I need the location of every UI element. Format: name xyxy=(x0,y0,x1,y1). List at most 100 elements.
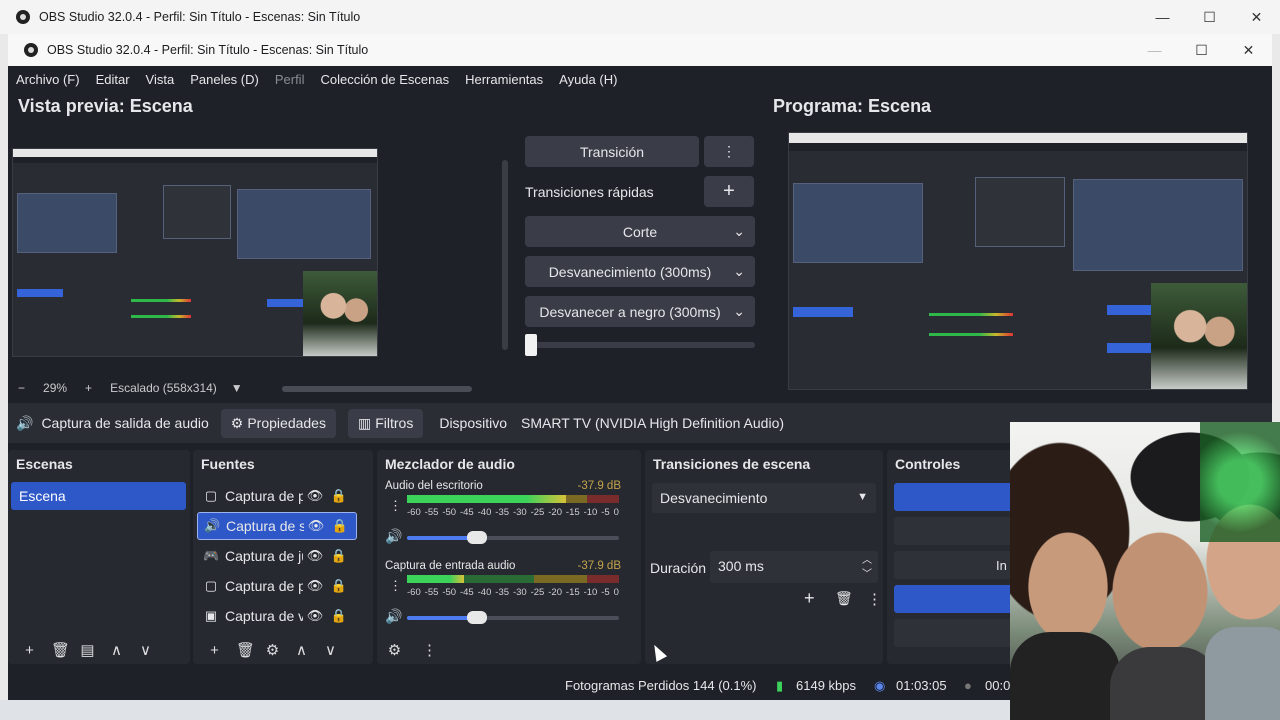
preview-vertical-scrollbar[interactable] xyxy=(502,160,508,350)
spin-up-icon[interactable]: ︿ xyxy=(862,551,872,566)
lock-icon[interactable]: 🔒 xyxy=(327,608,351,624)
display-capture-icon: ▢ xyxy=(204,488,218,503)
minimize-button[interactable]: — xyxy=(1139,0,1186,34)
properties-button[interactable]: ⚙ Propiedades xyxy=(220,408,336,438)
menu-ayuda[interactable]: Ayuda (H) xyxy=(551,72,625,87)
mixer-menu-icon[interactable]: ⋮ xyxy=(422,641,437,659)
meter-tick-label: -40 xyxy=(477,587,492,598)
minimize-button[interactable]: — xyxy=(1131,34,1178,66)
scene-item[interactable]: Escena xyxy=(11,482,186,510)
streaming-icon: ◉ xyxy=(874,678,886,693)
preview-canvas[interactable] xyxy=(12,148,378,357)
transition-menu-icon[interactable]: ⋮ xyxy=(867,590,882,608)
menu-perfil[interactable]: Perfil xyxy=(267,72,313,87)
visibility-eye-icon[interactable]: 👁 xyxy=(303,608,327,624)
close-button[interactable]: ✕ xyxy=(1225,34,1272,66)
channel-name: Audio del escritorio xyxy=(385,480,483,492)
menu-coleccion-escenas[interactable]: Colección de Escenas xyxy=(312,72,457,87)
taskbar-strip xyxy=(0,700,1010,720)
move-scene-up-button[interactable]: ∧ xyxy=(109,641,124,659)
menu-editar[interactable]: Editar xyxy=(88,72,138,87)
scale-dropdown-arrow[interactable]: ▼ xyxy=(231,381,243,395)
zoom-in-button[interactable]: + xyxy=(85,381,92,395)
move-source-down-button[interactable]: ∨ xyxy=(323,641,338,659)
sources-footer: + 🗑 ⚙ ∧ ∨ xyxy=(193,636,373,664)
mute-speaker-icon[interactable]: 🔊 xyxy=(385,608,402,625)
lock-icon[interactable]: 🔒 xyxy=(328,518,352,534)
gear-icon: ⚙ xyxy=(230,414,244,431)
lock-icon[interactable]: 🔒 xyxy=(327,578,351,594)
filters-button[interactable]: ▥ Filtros xyxy=(347,408,424,438)
mixer-channel: Audio del escritorio -37.9 dB ⋮ -60 -55 -5… xyxy=(385,480,621,556)
menu-archivo[interactable]: Archivo (F) xyxy=(8,72,88,87)
scene-filters-button[interactable]: ▤ xyxy=(80,641,95,659)
source-row[interactable]: ▢ Captura de p 👁 🔒 xyxy=(197,572,357,600)
quick-transition-corte[interactable]: Corte ⌄ xyxy=(525,216,755,247)
transition-button[interactable]: Transición xyxy=(525,136,699,167)
device-select[interactable]: SMART TV (NVIDIA High Definition Audio) xyxy=(521,415,784,431)
volume-knob[interactable] xyxy=(466,611,487,624)
move-scene-down-button[interactable]: ∨ xyxy=(138,641,153,659)
audio-output-icon: 🔊 xyxy=(204,518,221,533)
outer-titlebar: OBS Studio 32.0.4 - Perfil: Sin Título -… xyxy=(0,0,1280,34)
menu-herramientas[interactable]: Herramientas xyxy=(457,72,551,87)
visibility-eye-icon[interactable]: 👁 xyxy=(304,518,328,534)
quick-transition-label: Corte xyxy=(622,223,658,240)
chevron-down-icon[interactable]: ⌄ xyxy=(733,223,745,240)
lock-icon[interactable]: 🔒 xyxy=(327,548,351,564)
transition-select[interactable]: Desvanecimiento ▼ xyxy=(652,483,876,513)
source-row[interactable]: 🔊 Captura de s 👁 🔒 xyxy=(197,512,357,540)
transition-menu-button[interactable]: ⋮ xyxy=(704,136,754,167)
start-streaming-button[interactable] xyxy=(894,483,1022,511)
add-quick-transition-button[interactable]: + xyxy=(704,176,754,207)
lock-icon[interactable]: 🔒 xyxy=(327,488,351,504)
visibility-eye-icon[interactable]: 👁 xyxy=(303,488,327,504)
mute-speaker-icon[interactable]: 🔊 xyxy=(385,528,402,545)
source-row[interactable]: 🎮 Captura de ju 👁 🔒 xyxy=(197,542,357,570)
source-row[interactable]: ▣ Captura de v 👁 🔒 xyxy=(197,602,357,630)
duration-value: 300 ms xyxy=(718,558,764,574)
source-properties-button[interactable]: ⚙ xyxy=(265,641,280,659)
add-scene-button[interactable]: + xyxy=(22,642,37,659)
meter-tick-label: -30 xyxy=(512,587,527,598)
meter-tick-label: -15 xyxy=(565,587,580,598)
preview-title: Vista previa: Escena xyxy=(18,96,193,116)
maximize-button[interactable]: ☐ xyxy=(1178,34,1225,66)
chevron-down-icon[interactable]: ⌄ xyxy=(733,303,745,320)
menu-paneles[interactable]: Paneles (D) xyxy=(182,72,267,87)
caret-down-icon: ▼ xyxy=(857,491,868,503)
add-source-button[interactable]: + xyxy=(207,642,222,659)
settings-button[interactable] xyxy=(894,619,1022,647)
scenes-dock: Escenas Escena + 🗑 ▤ ∧ ∨ xyxy=(8,450,190,664)
tbar-handle[interactable] xyxy=(525,334,537,356)
quick-transition-desvanecimiento[interactable]: Desvanecimiento (300ms) ⌄ xyxy=(525,256,755,287)
add-transition-button[interactable]: + xyxy=(804,588,815,609)
duration-spinbox[interactable]: 300 ms ︿ ﹀ xyxy=(710,551,878,583)
chevron-down-icon[interactable]: ⌄ xyxy=(733,263,745,280)
move-source-up-button[interactable]: ∧ xyxy=(294,641,309,659)
tbar-track[interactable] xyxy=(525,342,755,348)
start-recording-button[interactable] xyxy=(894,517,1022,545)
channel-name: Captura de entrada audio xyxy=(385,560,516,572)
window-capture-icon: ▣ xyxy=(204,608,218,623)
remove-scene-button[interactable]: 🗑 xyxy=(51,641,70,659)
virtual-camera-button[interactable]: In xyxy=(894,551,1022,579)
visibility-eye-icon[interactable]: 👁 xyxy=(303,578,327,594)
zoom-out-button[interactable]: − xyxy=(18,381,25,395)
studio-mode-button[interactable] xyxy=(894,585,1022,613)
spin-down-icon[interactable]: ﹀ xyxy=(862,565,872,580)
visibility-eye-icon[interactable]: 👁 xyxy=(303,548,327,564)
meter-scale: -60 -55 -50 -45 -40 -35 -30 -25 -20 -15 -10 -5 0 xyxy=(407,587,619,598)
advanced-audio-settings-icon[interactable]: ⚙ xyxy=(387,641,402,659)
channel-menu-icon[interactable]: ⋮ xyxy=(389,498,402,514)
remove-transition-button[interactable]: 🗑 xyxy=(835,590,853,607)
remove-source-button[interactable]: 🗑 xyxy=(236,641,255,659)
channel-menu-icon[interactable]: ⋮ xyxy=(389,578,402,594)
maximize-button[interactable]: ☐ xyxy=(1186,0,1233,34)
source-row[interactable]: ▢ Captura de p 👁 🔒 xyxy=(197,482,357,510)
scale-label: Escalado (558x314) xyxy=(110,381,217,395)
close-button[interactable]: ✕ xyxy=(1233,0,1280,34)
volume-knob[interactable] xyxy=(466,531,487,544)
quick-transition-desvanecer-negro[interactable]: Desvanecer a negro (300ms) ⌄ xyxy=(525,296,755,327)
menu-vista[interactable]: Vista xyxy=(138,72,183,87)
